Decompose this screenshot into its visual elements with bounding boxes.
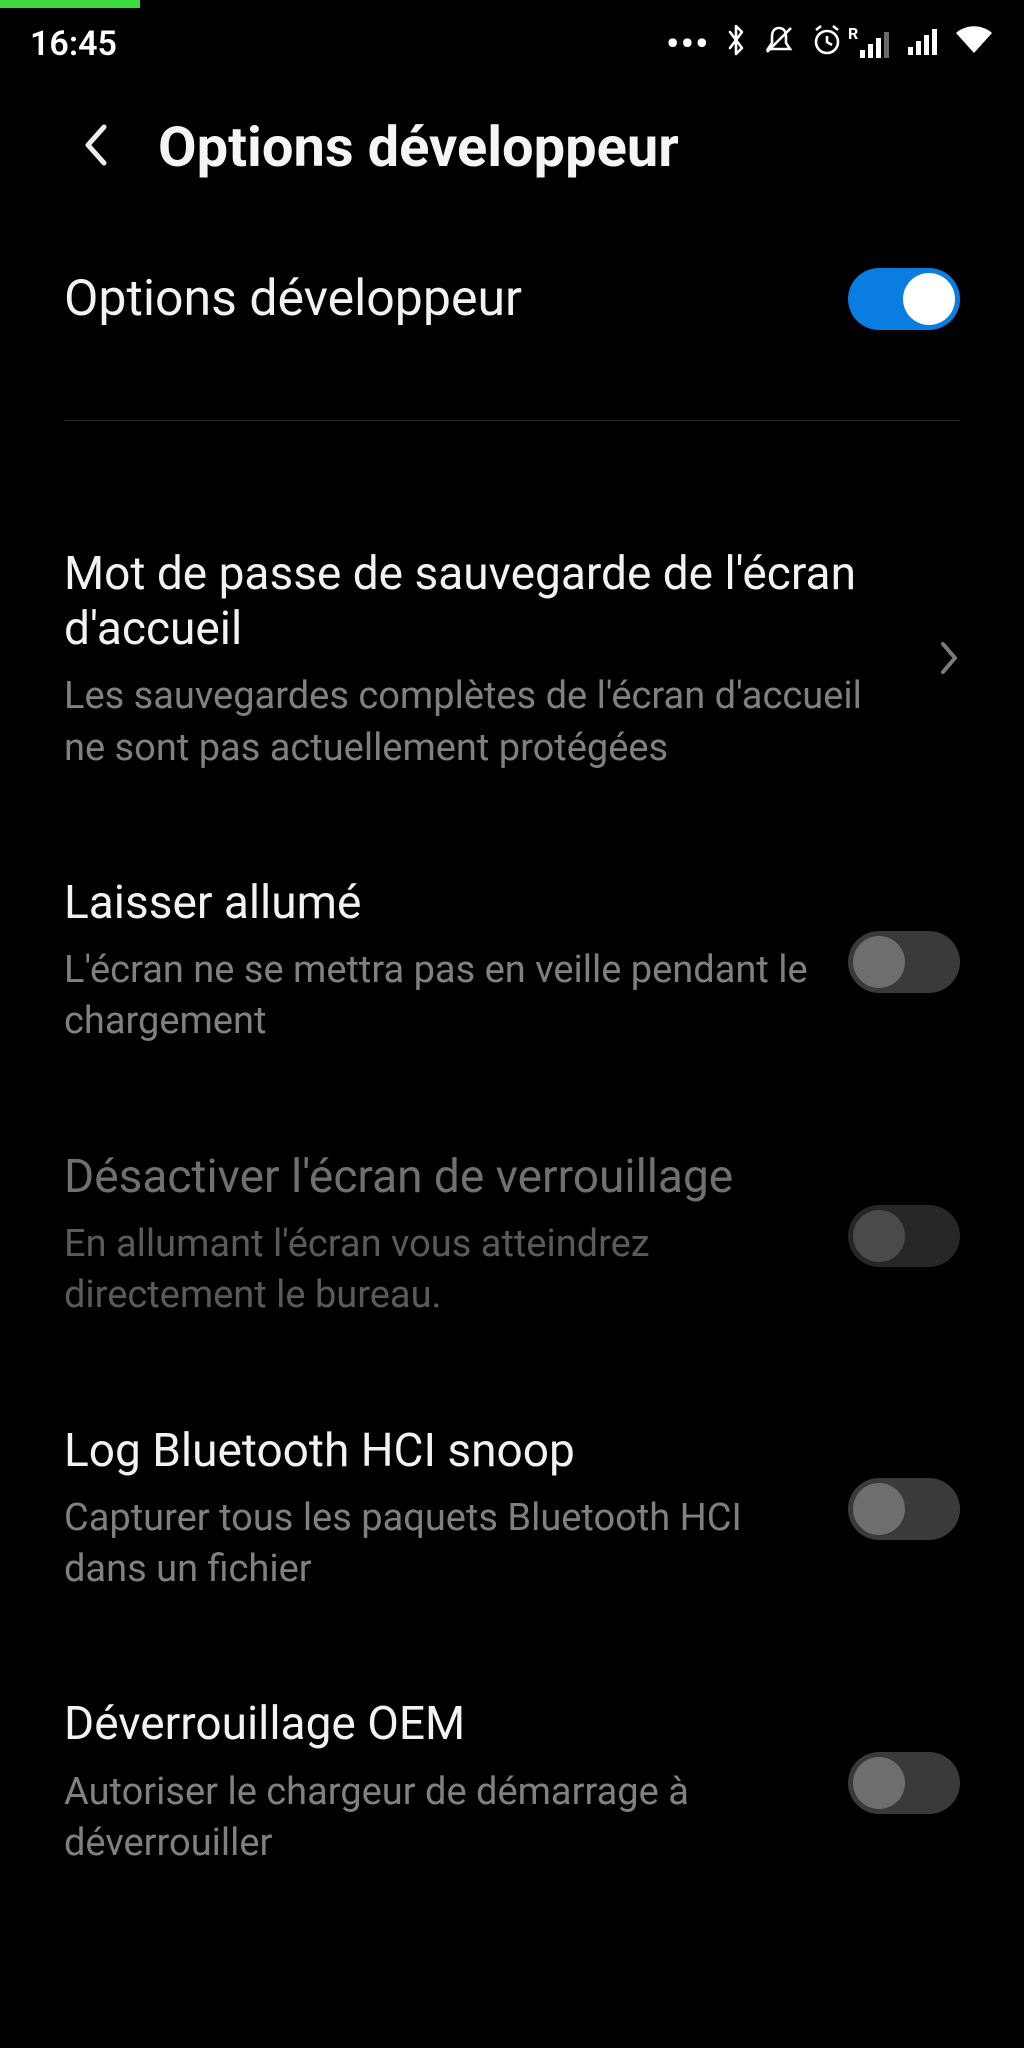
row-backup-password[interactable]: Mot de passe de sauvegarde de l'écran d'… [64,507,960,814]
bluetooth-icon [724,23,748,66]
row-disable-lockscreen: Désactiver l'écran de verrouillage En al… [64,1110,960,1362]
row-sub: Capturer tous les paquets Bluetooth HCI … [64,1493,820,1596]
row-developer-options[interactable]: Options développeur [64,240,960,390]
row-label: Mot de passe de sauvegarde de l'écran d'… [64,547,910,657]
row-oem-unlock[interactable]: Déverrouillage OEM Autoriser le chargeur… [64,1657,960,1909]
row-sub: L'écran ne se mettra pas en veille penda… [64,945,820,1048]
toggle-developer-options[interactable] [848,268,960,330]
row-bt-hci-snoop[interactable]: Log Bluetooth HCI snoop Capturer tous le… [64,1384,960,1636]
signal-roaming-icon: R [858,30,892,58]
status-icons: ••• R [666,23,994,66]
row-label: Déverrouillage OEM [64,1697,820,1752]
more-icon: ••• [666,24,710,64]
wifi-icon [954,24,994,64]
dnd-icon [762,23,796,66]
toggle-stay-awake[interactable] [848,931,960,993]
status-time: 16:45 [30,24,117,64]
page-title: Options développeur [158,114,679,180]
row-label: Laisser allumé [64,876,820,931]
toggle-bt-hci-snoop[interactable] [848,1478,960,1540]
row-label: Désactiver l'écran de verrouillage [64,1150,820,1205]
row-stay-awake[interactable]: Laisser allumé L'écran ne se mettra pas … [64,836,960,1088]
row-sub: En allumant l'écran vous atteindrez dire… [64,1219,820,1322]
row-sub: Les sauvegardes complètes de l'écran d'a… [64,671,910,774]
alarm-icon [810,23,844,66]
toggle-disable-lockscreen [848,1205,960,1267]
status-bar: 16:45 ••• R [0,0,1024,70]
row-label: Options développeur [64,269,820,329]
back-button[interactable] [80,121,110,173]
toggle-oem-unlock[interactable] [848,1752,960,1814]
row-sub: Autoriser le chargeur de démarrage à dév… [64,1767,820,1870]
divider [64,420,960,421]
signal-icon [906,24,940,64]
chevron-right-icon [938,640,960,680]
app-header: Options développeur [0,70,1024,240]
row-label: Log Bluetooth HCI snoop [64,1424,820,1479]
